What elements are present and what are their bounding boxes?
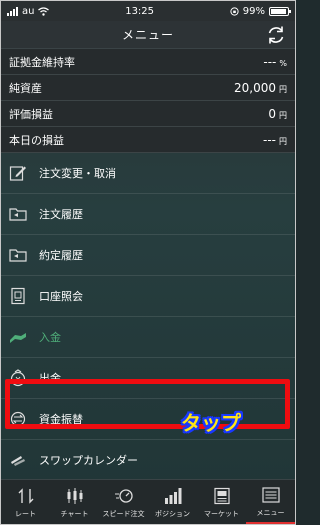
summary-value: --- xyxy=(263,54,277,69)
summary-unit: 円 xyxy=(279,110,287,120)
tab-bar: レート チャート スピード注文 ポジション マーケット メニュー xyxy=(1,479,295,524)
tab-market[interactable]: マーケット xyxy=(197,480,246,524)
folder-icon xyxy=(9,246,27,264)
menu-item-label: 注文変更・取消 xyxy=(39,167,116,180)
summary-value: 0 xyxy=(268,106,276,121)
calendar-icon xyxy=(9,451,27,469)
menu-item-label: 注文履歴 xyxy=(39,208,83,221)
tab-label: メニュー xyxy=(256,508,285,517)
battery-percent: 99% xyxy=(242,5,265,17)
account-summary: 証拠金維持率 ---% 純資産 20,000 円 評価損益 0円 本日の損益 --… xyxy=(1,49,295,153)
refresh-icon[interactable] xyxy=(265,24,287,46)
signal-icon xyxy=(7,6,18,16)
tap-annotation: タップ xyxy=(181,411,241,435)
wifi-icon xyxy=(38,6,50,16)
menu-list: 注文変更・取消 注文履歴 約定履歴 口座照会 入金 出金 資金振替 スワップカレ… xyxy=(1,153,295,522)
status-bar: au 13:25 99% xyxy=(1,1,295,21)
tab-rate[interactable]: レート xyxy=(1,480,50,524)
nav-bar: メニュー xyxy=(1,21,295,49)
menu-item-label: 口座照会 xyxy=(39,290,83,303)
battery-icon xyxy=(269,6,291,16)
menu-item-label: 約定履歴 xyxy=(39,249,83,262)
menu-item-deposit[interactable]: 入金 xyxy=(1,317,295,358)
summary-value: 20,000 xyxy=(234,80,276,95)
tab-speed-order[interactable]: スピード注文 xyxy=(99,480,148,524)
market-icon xyxy=(211,486,233,506)
menu-item-account-inquiry[interactable]: 口座照会 xyxy=(1,276,295,317)
highlight-box xyxy=(5,379,290,429)
summary-unit: % xyxy=(279,58,287,68)
summary-label: 本日の損益 xyxy=(9,133,64,147)
position-icon xyxy=(162,486,184,506)
summary-label: 純資産 xyxy=(9,81,42,95)
orientation-lock-icon xyxy=(230,6,239,16)
tab-label: スピード注文 xyxy=(102,509,145,518)
tab-position[interactable]: ポジション xyxy=(148,480,197,524)
chart-icon xyxy=(64,486,86,506)
menu-item-swap-calendar[interactable]: スワップカレンダー xyxy=(1,440,295,481)
document-icon xyxy=(9,287,27,305)
tab-label: マーケット xyxy=(204,509,239,518)
menu-item-execution-history[interactable]: 約定履歴 xyxy=(1,235,295,276)
summary-row-margin-ratio: 証拠金維持率 ---% xyxy=(1,49,295,75)
summary-row-net-assets: 純資産 20,000 円 xyxy=(1,75,295,101)
clock: 13:25 xyxy=(125,5,155,17)
rate-icon xyxy=(15,486,37,506)
speed-order-icon xyxy=(113,486,135,506)
money-icon xyxy=(9,328,27,346)
summary-row-today-pl: 本日の損益 --- 円 xyxy=(1,127,295,153)
summary-label: 評価損益 xyxy=(9,107,53,121)
tab-label: レート xyxy=(15,509,36,518)
summary-unit: 円 xyxy=(279,84,287,94)
menu-item-order-change[interactable]: 注文変更・取消 xyxy=(1,153,295,194)
tab-label: チャート xyxy=(60,509,89,518)
carrier-label: au xyxy=(22,5,35,17)
menu-item-label: スワップカレンダー xyxy=(39,454,138,467)
summary-unit: 円 xyxy=(279,136,287,146)
page-title: メニュー xyxy=(121,28,174,42)
summary-value: --- xyxy=(263,132,276,147)
summary-label: 証拠金維持率 xyxy=(9,55,75,69)
tab-chart[interactable]: チャート xyxy=(50,480,99,524)
summary-row-unrealized-pl: 評価損益 0円 xyxy=(1,101,295,127)
folder-icon xyxy=(9,205,27,223)
tab-label: ポジション xyxy=(155,509,190,518)
edit-icon xyxy=(9,164,27,182)
menu-icon xyxy=(260,485,282,505)
tab-menu[interactable]: メニュー xyxy=(246,480,295,524)
menu-item-order-history[interactable]: 注文履歴 xyxy=(1,194,295,235)
menu-item-label: 入金 xyxy=(39,331,61,344)
app-screen: au 13:25 99% メニュー 証拠金維持率 --- % 純資産 20,00… xyxy=(0,0,296,525)
